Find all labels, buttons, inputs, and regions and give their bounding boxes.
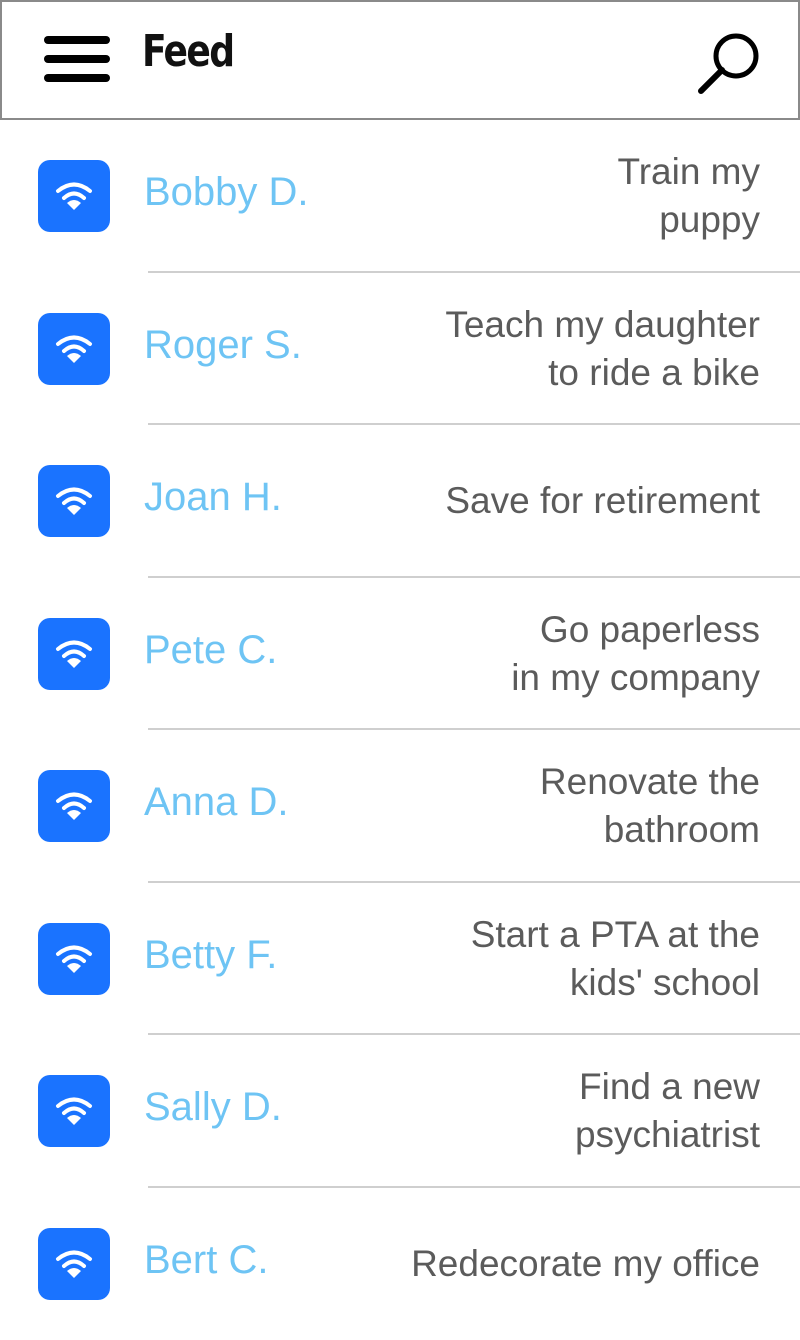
- feed-item[interactable]: Anna D. Renovate the bathroom: [0, 730, 800, 883]
- goal-text: Renovate the bathroom: [320, 730, 760, 882]
- wifi-icon[interactable]: [38, 313, 110, 385]
- menu-bar: [44, 74, 110, 82]
- wifi-icon[interactable]: [38, 1075, 110, 1147]
- user-name[interactable]: Anna D.: [144, 780, 289, 825]
- goal-text: Start a PTA at the kids' school: [320, 883, 760, 1035]
- goal-text: Redecorate my office: [320, 1188, 760, 1340]
- user-name[interactable]: Joan H.: [144, 475, 282, 520]
- user-name[interactable]: Roger S.: [144, 323, 302, 368]
- feed-item[interactable]: Sally D. Find a new psychiatrist: [0, 1035, 800, 1188]
- user-name[interactable]: Betty F.: [144, 933, 277, 978]
- user-name[interactable]: Bert C.: [144, 1238, 268, 1283]
- hamburger-menu-icon[interactable]: [44, 34, 110, 84]
- feed-list: Bobby D. Train my puppy Roger S. Teach m…: [0, 120, 800, 1340]
- user-name[interactable]: Pete C.: [144, 628, 277, 673]
- wifi-icon[interactable]: [38, 618, 110, 690]
- feed-item[interactable]: Bobby D. Train my puppy: [0, 120, 800, 273]
- feed-item[interactable]: Betty F. Start a PTA at the kids' school: [0, 883, 800, 1036]
- wifi-icon[interactable]: [38, 465, 110, 537]
- user-name[interactable]: Sally D.: [144, 1085, 282, 1130]
- wifi-icon[interactable]: [38, 923, 110, 995]
- goal-text: Go paperless in my company: [320, 578, 760, 730]
- search-icon[interactable]: [696, 30, 766, 96]
- feed-item[interactable]: Roger S. Teach my daughter to ride a bik…: [0, 273, 800, 426]
- feed-item[interactable]: Bert C. Redecorate my office: [0, 1188, 800, 1340]
- goal-text: Save for retirement: [320, 425, 760, 577]
- app-header: Feed: [0, 0, 800, 120]
- goal-text: Find a new psychiatrist: [320, 1035, 760, 1187]
- menu-bar: [44, 55, 110, 63]
- menu-bar: [44, 36, 110, 44]
- user-name[interactable]: Bobby D.: [144, 170, 309, 215]
- wifi-icon[interactable]: [38, 770, 110, 842]
- page-title: Feed: [142, 26, 233, 77]
- wifi-icon[interactable]: [38, 1228, 110, 1300]
- feed-item[interactable]: Joan H. Save for retirement: [0, 425, 800, 578]
- feed-item[interactable]: Pete C. Go paperless in my company: [0, 578, 800, 731]
- wifi-icon[interactable]: [38, 160, 110, 232]
- goal-text: Teach my daughter to ride a bike: [320, 273, 760, 425]
- goal-text: Train my puppy: [320, 120, 760, 272]
